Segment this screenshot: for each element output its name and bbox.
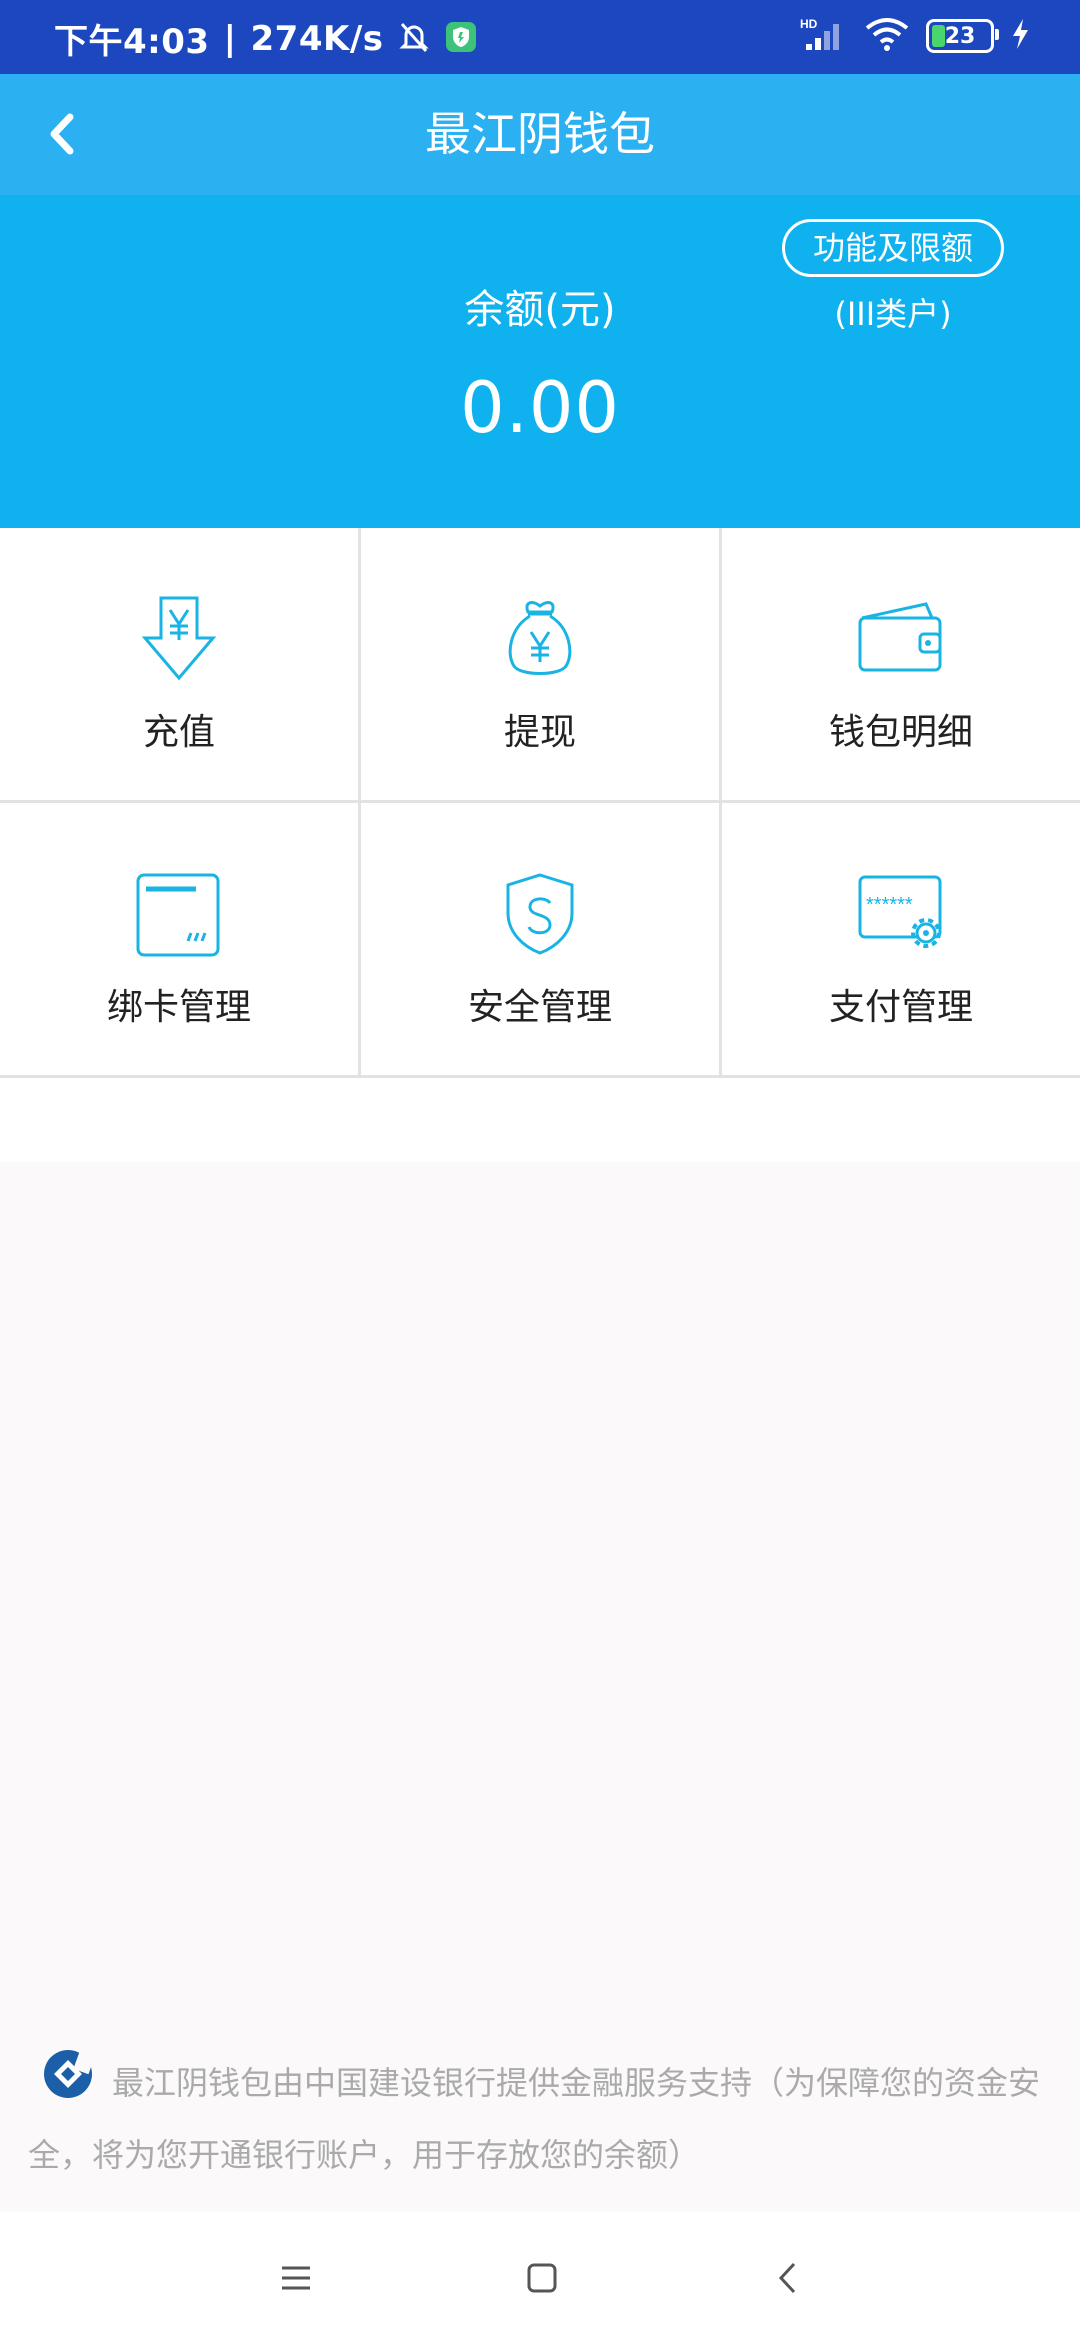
status-time: 下午4:03 <box>54 22 210 62</box>
balance-panel: 功能及限额 (III类户) 余额(元) 0.00 <box>0 195 1080 528</box>
balance-value: 0.00 <box>460 367 620 449</box>
grid-divider <box>719 528 722 1078</box>
spacer <box>0 1078 1080 1162</box>
money-bag-icon <box>361 594 719 684</box>
menu-payment-management[interactable]: ****** 支付管理 <box>722 803 1080 1075</box>
signal-icon: HD <box>800 16 848 56</box>
menu-label: 提现 <box>503 712 576 753</box>
network-label: HD <box>800 17 818 31</box>
menu-nav-button[interactable] <box>266 2248 326 2308</box>
menu-label: 充值 <box>142 712 215 753</box>
menu-withdraw[interactable]: 提现 <box>361 528 719 800</box>
status-divider: | <box>223 18 237 59</box>
system-nav-bar <box>0 2212 1080 2340</box>
page-title: 最江阴钱包 <box>425 107 655 161</box>
menu-label: 安全管理 <box>467 987 612 1028</box>
menu-icon <box>282 2266 310 2290</box>
battery-icon: 23 <box>926 19 999 53</box>
chevron-left-icon <box>778 2262 796 2294</box>
menu-recharge[interactable]: 充值 <box>0 528 358 800</box>
battery-level: 23 <box>944 23 976 49</box>
back-nav-button[interactable] <box>758 2248 818 2308</box>
limits-button[interactable]: 功能及限额 <box>782 219 1004 277</box>
wallet-icon <box>722 594 1080 684</box>
payment-settings-icon: ****** <box>722 869 1080 959</box>
menu-label: 钱包明细 <box>828 712 973 753</box>
grid-divider <box>358 528 361 1078</box>
bank-logo-icon <box>42 2048 95 2122</box>
status-bar: 下午4:03 | 274K/s HD 23 <box>0 0 1080 74</box>
network-speed: 274K/s <box>250 18 384 59</box>
card-icon <box>0 869 358 959</box>
menu-label: 支付管理 <box>828 987 973 1028</box>
home-nav-button[interactable] <box>512 2248 572 2308</box>
balance-label: 余额(元) <box>464 287 616 333</box>
app-bar: 最江阴钱包 <box>0 74 1080 195</box>
shield-icon <box>361 869 719 959</box>
menu-wallet-details[interactable]: 钱包明细 <box>722 528 1080 800</box>
service-note: 最江阴钱包由中国建设银行提供金融服务支持（为保障您的资金安全，将为您开通银行账户… <box>28 2048 1052 2188</box>
charging-icon <box>1010 18 1030 54</box>
home-square-icon <box>527 2263 557 2293</box>
menu-grid: 充值 提现 钱包明细 绑卡管理 安全管理 ****** 支付管理 <box>0 528 1080 1078</box>
security-shield-icon <box>445 21 477 57</box>
menu-card-management[interactable]: 绑卡管理 <box>0 803 358 1075</box>
service-note-text: 最江阴钱包由中国建设银行提供金融服务支持（为保障您的资金安全，将为您开通银行账户… <box>28 2064 1041 2174</box>
battery-fill <box>932 25 945 47</box>
mute-bell-icon <box>397 20 431 58</box>
svg-text:******: ****** <box>866 894 913 916</box>
menu-security-management[interactable]: 安全管理 <box>361 803 719 1075</box>
menu-label: 绑卡管理 <box>106 987 251 1028</box>
grid-divider <box>0 800 1080 803</box>
wifi-icon <box>864 16 910 56</box>
recharge-icon <box>0 594 358 684</box>
